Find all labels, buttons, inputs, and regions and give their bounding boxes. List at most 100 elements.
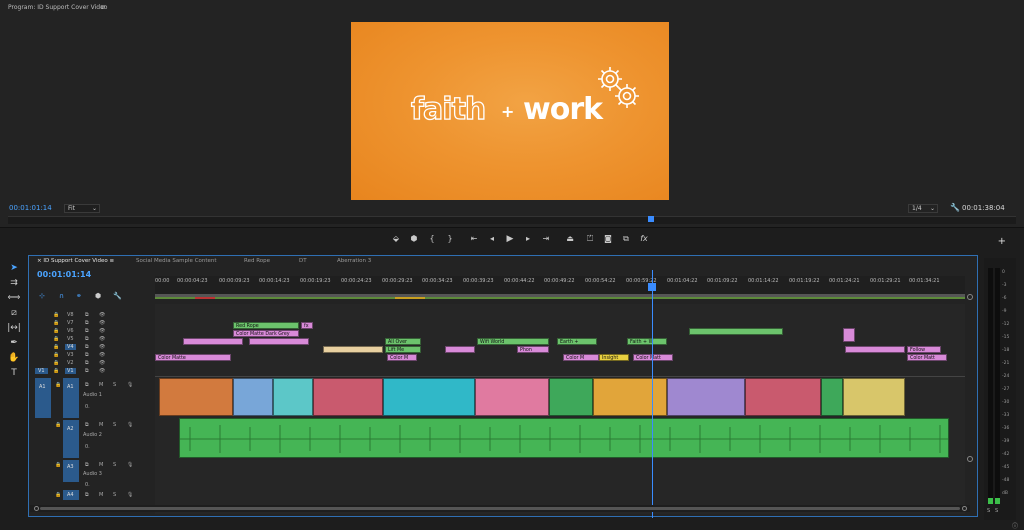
mute-button[interactable]: M <box>99 462 103 468</box>
snap-icon[interactable]: ∩ <box>59 292 64 300</box>
lock-icon[interactable]: 🔒 <box>53 360 59 366</box>
add-marker-icon[interactable]: ⬙ <box>390 233 402 245</box>
monitor-mini-ruler[interactable] <box>8 216 1016 224</box>
linked-selection-icon[interactable]: ⚭ <box>76 292 82 300</box>
audio-clip-a1-orange[interactable] <box>159 378 233 416</box>
zoom-handle-right[interactable] <box>962 506 967 511</box>
lock-icon[interactable]: 🔒 <box>53 344 59 350</box>
timeline-horizontal-scrollbar[interactable] <box>30 505 970 512</box>
sync-icon[interactable]: ⧉ <box>85 360 89 366</box>
clip-color-m-v1[interactable]: Color M <box>387 354 417 361</box>
solo-button[interactable]: S <box>113 422 116 428</box>
razor-icon[interactable]: ⧄ <box>7 307 21 319</box>
solo-button[interactable]: S <box>113 382 116 388</box>
clip-earth[interactable]: Earth + <box>557 338 597 345</box>
fit-dropdown[interactable]: Fit ⌄ <box>64 204 100 213</box>
lock-icon[interactable]: 🔒 <box>53 368 59 374</box>
add-button[interactable]: + <box>998 236 1006 247</box>
program-preview-frame[interactable]: faith + work <box>351 22 669 200</box>
play-icon[interactable]: ▶ <box>504 233 516 245</box>
pen-icon[interactable]: ✒ <box>7 337 21 349</box>
sync-icon[interactable]: ⧉ <box>85 462 89 468</box>
fx-icon[interactable]: fx <box>638 233 650 245</box>
lock-icon[interactable]: 🔒 <box>55 422 61 428</box>
tab-aberration[interactable]: Aberration 3 <box>337 258 371 264</box>
eye-icon[interactable]: 👁 <box>99 328 105 334</box>
clip-follow[interactable]: Follow <box>907 346 941 353</box>
clip-color-matte-v1c[interactable]: Color Matt <box>907 354 947 361</box>
lock-icon[interactable]: 🔒 <box>55 492 61 498</box>
clip-lift-me[interactable]: Lift Me <box>385 346 421 353</box>
audio-clip-a1-green2[interactable] <box>821 378 843 416</box>
eye-icon[interactable]: 👁 <box>99 312 105 318</box>
audio-clip-a1-yellow[interactable] <box>843 378 905 416</box>
audio-clip-a1-teal[interactable] <box>273 378 313 416</box>
clip-v3-b[interactable] <box>249 338 309 345</box>
zoom-handle-left[interactable] <box>34 506 39 511</box>
lock-icon[interactable]: 🔒 <box>53 320 59 326</box>
timeline-timecode[interactable]: 00:01:01:14 <box>37 270 91 279</box>
source-patch[interactable]: V1 <box>35 368 48 374</box>
tab-id-support[interactable]: × ID Support Cover Video ≡ <box>37 258 114 264</box>
close-icon[interactable]: × <box>37 258 42 264</box>
sync-icon[interactable]: ⧉ <box>85 328 89 334</box>
hand-icon[interactable]: ✋ <box>7 352 21 364</box>
clip-fx[interactable]: fx <box>301 322 313 329</box>
clip-insight[interactable]: Insight <box>599 354 629 361</box>
clip-faith-w[interactable]: Faith + W <box>627 338 667 345</box>
eye-icon[interactable]: 👁 <box>99 352 105 358</box>
clip-small-purple[interactable] <box>843 328 855 342</box>
add-marker-icon[interactable]: ⬢ <box>95 292 101 300</box>
go-to-in-icon[interactable]: ⇤ <box>468 233 480 245</box>
wrench-icon[interactable]: 🔧 <box>113 292 122 300</box>
marker-icon[interactable]: ⬢ <box>408 233 420 245</box>
slip-icon[interactable]: |↔| <box>7 322 21 334</box>
nest-icon[interactable]: ⊹ <box>39 292 45 300</box>
clip-color-matte-dark[interactable]: Color Matte Dark Grey <box>233 330 299 337</box>
ripple-edit-icon[interactable]: ⟺ <box>7 292 21 304</box>
scroll-thumb[interactable] <box>40 507 960 510</box>
go-to-out-icon[interactable]: ⇥ <box>540 233 552 245</box>
export-frame-icon[interactable]: ◙ <box>602 233 614 245</box>
clip-v2-pink[interactable] <box>445 346 475 353</box>
monitor-playhead-icon[interactable] <box>648 216 654 222</box>
vertical-zoom-handle-bottom[interactable] <box>967 456 973 462</box>
clip-color-matt[interactable]: Color Matt <box>633 354 673 361</box>
solo-button[interactable]: S <box>113 492 116 498</box>
hamburger-icon[interactable]: ≡ <box>109 258 114 264</box>
voiceover-icon[interactable]: 🎙 <box>127 492 133 498</box>
clip-v2-tan[interactable] <box>323 346 383 353</box>
work-area-bar[interactable] <box>155 294 965 299</box>
selection-tool-icon[interactable]: ➤ <box>7 262 21 274</box>
info-icon[interactable]: ⓘ <box>1012 521 1018 530</box>
voiceover-icon[interactable]: 🎙 <box>127 422 133 428</box>
lock-icon[interactable]: 🔒 <box>53 312 59 318</box>
hamburger-icon[interactable]: ≡ <box>100 3 106 11</box>
clip-color-m-v1b[interactable]: Color M <box>563 354 599 361</box>
audio-clip-a1-pink[interactable] <box>475 378 549 416</box>
wrench-icon[interactable]: 🔧 <box>950 203 960 212</box>
vertical-zoom-handle[interactable] <box>967 294 973 300</box>
playhead-line[interactable] <box>652 270 653 518</box>
mark-out-icon[interactable]: } <box>444 233 456 245</box>
sync-icon[interactable]: ⧉ <box>85 352 89 358</box>
sync-icon[interactable]: ⧉ <box>85 368 89 374</box>
audio-clip-a1-rose[interactable] <box>313 378 383 416</box>
lock-icon[interactable]: 🔒 <box>53 328 59 334</box>
clip-red-rope[interactable]: Red Rope <box>233 322 299 329</box>
timeline-ruler[interactable]: 00:00 00:00:04:23 00:00:09:23 00:00:14:2… <box>155 276 965 294</box>
voiceover-icon[interactable]: 🎙 <box>127 382 133 388</box>
program-timecode[interactable]: 00:01:01:14 <box>9 204 52 212</box>
step-forward-icon[interactable]: ▸ <box>522 233 534 245</box>
audio-clip-a1-amber[interactable] <box>593 378 667 416</box>
playhead-icon[interactable] <box>648 283 656 291</box>
sync-icon[interactable]: ⧉ <box>85 422 89 428</box>
eye-icon[interactable]: 👁 <box>99 360 105 366</box>
extract-icon[interactable]: ⏍ <box>584 233 596 245</box>
audio-clip-a1-cyan[interactable] <box>383 378 475 416</box>
lock-icon[interactable]: 🔒 <box>55 462 61 468</box>
clip-color-matte-v1[interactable]: Color Matte <box>155 354 231 361</box>
eye-icon[interactable]: 👁 <box>99 368 105 374</box>
audio-clip-a1-blue[interactable] <box>233 378 273 416</box>
sync-icon[interactable]: ⧉ <box>85 336 89 342</box>
